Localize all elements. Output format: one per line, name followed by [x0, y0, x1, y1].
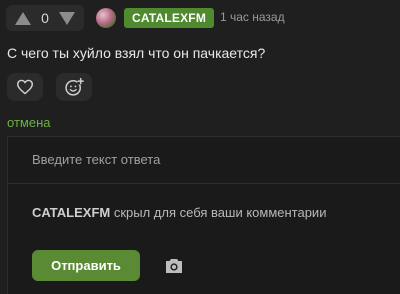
reply-input[interactable]: Введите текст ответа [8, 137, 400, 184]
add-emoji-icon [65, 77, 84, 96]
submit-button[interactable]: Отправить [32, 250, 140, 281]
heart-icon [17, 79, 33, 95]
reply-placeholder: Введите текст ответа [32, 152, 161, 167]
attach-photo-button[interactable] [163, 256, 185, 276]
hidden-note-username: CATALEXFM [32, 205, 111, 220]
hidden-note-text: скрыл для себя ваши комментарии [110, 205, 327, 220]
author-badge[interactable]: CATALEXFM [124, 8, 215, 28]
reply-form: Введите текст ответа CATALEXFM скрыл для… [7, 136, 400, 294]
avatar[interactable] [96, 8, 116, 28]
like-button[interactable] [7, 73, 43, 101]
triangle-down-icon [58, 11, 75, 25]
comment-time: 1 час назад [220, 10, 285, 24]
cancel-link[interactable]: отмена [7, 115, 50, 130]
react-button[interactable] [56, 73, 92, 101]
camera-icon [166, 259, 182, 273]
upvote-button[interactable] [14, 11, 32, 25]
triangle-up-icon [15, 11, 31, 25]
vote-box: 0 [6, 5, 84, 31]
hidden-comments-note: CATALEXFM скрыл для себя ваши комментари… [32, 205, 326, 220]
comment-text: С чего ты хуйло взял что он пачкается? [7, 45, 266, 61]
vote-count: 0 [41, 10, 49, 26]
downvote-button[interactable] [58, 11, 76, 25]
